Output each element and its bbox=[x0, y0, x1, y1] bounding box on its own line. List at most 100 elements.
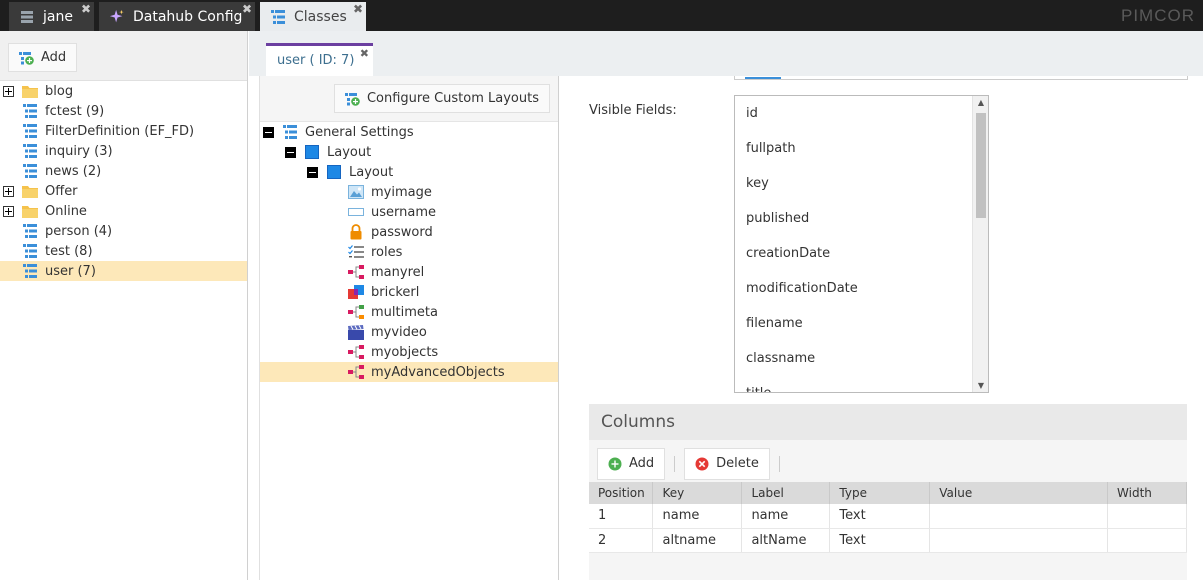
objects-relation-icon bbox=[348, 344, 364, 360]
layout-node[interactable]: myvideo bbox=[260, 322, 558, 342]
list-item[interactable]: id bbox=[735, 96, 988, 131]
delete-column-button[interactable]: Delete bbox=[684, 447, 770, 480]
relation-metadata-icon bbox=[348, 304, 364, 320]
field-input-partial[interactable] bbox=[734, 76, 1188, 80]
tree-node-label: multimeta bbox=[371, 304, 438, 320]
list-item[interactable]: fullpath bbox=[735, 131, 988, 166]
table-header-row: Position Key Label Type Value Width bbox=[589, 482, 1187, 504]
layout-node[interactable]: Layout bbox=[260, 162, 558, 182]
layout-toolbar: Configure Custom Layouts bbox=[260, 76, 558, 122]
layout-node[interactable]: roles bbox=[260, 242, 558, 262]
layout-node[interactable]: brickerl bbox=[260, 282, 558, 302]
expand-icon[interactable] bbox=[3, 85, 14, 97]
layout-node[interactable]: myimage bbox=[260, 182, 558, 202]
tab-label: jane bbox=[43, 8, 73, 25]
tree-node[interactable]: person (4) bbox=[0, 221, 247, 241]
table-cell[interactable]: Text bbox=[829, 504, 931, 529]
list-item[interactable]: creationDate bbox=[735, 236, 988, 271]
list-item[interactable]: modificationDate bbox=[735, 271, 988, 306]
scroll-down-icon[interactable]: ▼ bbox=[973, 381, 988, 390]
tab-user-class[interactable]: user ( ID: 7) ✖ bbox=[266, 43, 373, 76]
layout-node[interactable]: multimeta bbox=[260, 302, 558, 322]
relation-icon bbox=[348, 264, 364, 280]
column-header[interactable]: Width bbox=[1107, 482, 1187, 504]
table-cell[interactable] bbox=[929, 528, 1109, 553]
tree-node[interactable]: fctest (9) bbox=[0, 101, 247, 121]
layout-node[interactable]: myobjects bbox=[260, 342, 558, 362]
column-header[interactable]: Value bbox=[929, 482, 1109, 504]
tree-node[interactable]: user (7) bbox=[0, 261, 247, 281]
scroll-up-icon[interactable]: ▲ bbox=[973, 98, 988, 107]
list-item[interactable]: title bbox=[735, 376, 988, 392]
toolbar-separator bbox=[778, 455, 780, 472]
tree-node[interactable]: blog bbox=[0, 81, 247, 101]
field-settings-panel: Visible Fields: id fullpath key published cr… bbox=[570, 76, 1203, 580]
table-cell[interactable]: 1 bbox=[589, 504, 654, 529]
tree-node-label: Online bbox=[45, 203, 87, 219]
table-body: 1 name name Text 2 altname altName Text bbox=[589, 504, 1187, 553]
tab-datahub-config[interactable]: Datahub Config ✖ bbox=[99, 2, 255, 31]
visible-fields-list[interactable]: id fullpath key published creationDate modifi… bbox=[734, 95, 989, 393]
tree-node-label: Offer bbox=[45, 183, 78, 199]
list-item[interactable]: key bbox=[735, 166, 988, 201]
table-cell[interactable]: altName bbox=[741, 528, 831, 553]
tree-node-label: person (4) bbox=[45, 223, 113, 239]
layout-node[interactable]: myAdvancedObjects bbox=[260, 362, 558, 382]
table-cell[interactable] bbox=[1107, 528, 1187, 553]
add-class-button[interactable]: Add bbox=[8, 43, 78, 72]
table-cell[interactable]: name bbox=[741, 504, 831, 529]
column-header[interactable]: Label bbox=[741, 482, 831, 504]
collapse-icon[interactable] bbox=[285, 146, 296, 158]
close-icon[interactable]: ✖ bbox=[81, 3, 91, 15]
class-icon bbox=[22, 103, 38, 119]
table-cell[interactable] bbox=[1107, 504, 1187, 529]
add-class-icon bbox=[19, 50, 34, 65]
user-list-icon bbox=[19, 9, 35, 25]
tree-node[interactable]: test (8) bbox=[0, 241, 247, 261]
add-circle-icon bbox=[608, 457, 622, 471]
close-icon[interactable]: ✖ bbox=[242, 3, 252, 15]
column-header[interactable]: Type bbox=[829, 482, 931, 504]
visible-fields-scrollbar[interactable]: ▲ ▼ bbox=[972, 96, 988, 392]
expand-icon[interactable] bbox=[3, 185, 14, 197]
column-header[interactable]: Key bbox=[652, 482, 743, 504]
list-item[interactable]: classname bbox=[735, 341, 988, 376]
tab-jane[interactable]: jane ✖ bbox=[9, 2, 94, 31]
add-column-button[interactable]: Add bbox=[597, 447, 666, 480]
table-row[interactable]: 1 name name Text bbox=[589, 504, 1187, 529]
tree-node[interactable]: news (2) bbox=[0, 161, 247, 181]
layout-node[interactable]: manyrel bbox=[260, 262, 558, 282]
class-tree-panel: Add blog fctest (9) FilterDefinition (EF_F… bbox=[0, 31, 248, 580]
column-header[interactable]: Position bbox=[589, 482, 654, 504]
tree-node-label: fctest (9) bbox=[45, 103, 105, 119]
table-row[interactable]: 2 altname altName Text bbox=[589, 528, 1187, 553]
video-icon bbox=[348, 324, 364, 340]
table-cell[interactable]: 2 bbox=[589, 528, 654, 553]
tab-classes[interactable]: Classes ✖ bbox=[260, 2, 366, 31]
tree-node[interactable]: Offer bbox=[0, 181, 247, 201]
left-toolbar: Add bbox=[0, 31, 247, 81]
tree-node[interactable]: inquiry (3) bbox=[0, 141, 247, 161]
table-cell[interactable]: altname bbox=[652, 528, 743, 553]
tab-label: Datahub Config bbox=[133, 8, 243, 25]
list-item[interactable]: published bbox=[735, 201, 988, 236]
layout-node[interactable]: password bbox=[260, 222, 558, 242]
expand-icon[interactable] bbox=[3, 205, 14, 217]
collapse-icon[interactable] bbox=[263, 126, 274, 138]
layout-node[interactable]: General Settings bbox=[260, 122, 558, 142]
scroll-thumb[interactable] bbox=[976, 113, 986, 218]
close-icon[interactable]: ✖ bbox=[353, 3, 363, 15]
configure-custom-layouts-button[interactable]: Configure Custom Layouts bbox=[333, 84, 550, 113]
close-icon[interactable]: ✖ bbox=[360, 47, 369, 60]
table-cell[interactable]: name bbox=[652, 504, 743, 529]
table-cell[interactable]: Text bbox=[829, 528, 931, 553]
tree-node[interactable]: Online bbox=[0, 201, 247, 221]
table-cell[interactable] bbox=[929, 504, 1109, 529]
tree-node[interactable]: FilterDefinition (EF_FD) bbox=[0, 121, 247, 141]
collapse-icon[interactable] bbox=[307, 166, 318, 178]
layout-node[interactable]: username bbox=[260, 202, 558, 222]
list-item[interactable]: filename bbox=[735, 306, 988, 341]
tree-node-label: user (7) bbox=[45, 263, 96, 279]
tree-node-label: myimage bbox=[371, 184, 432, 200]
layout-node[interactable]: Layout bbox=[260, 142, 558, 162]
